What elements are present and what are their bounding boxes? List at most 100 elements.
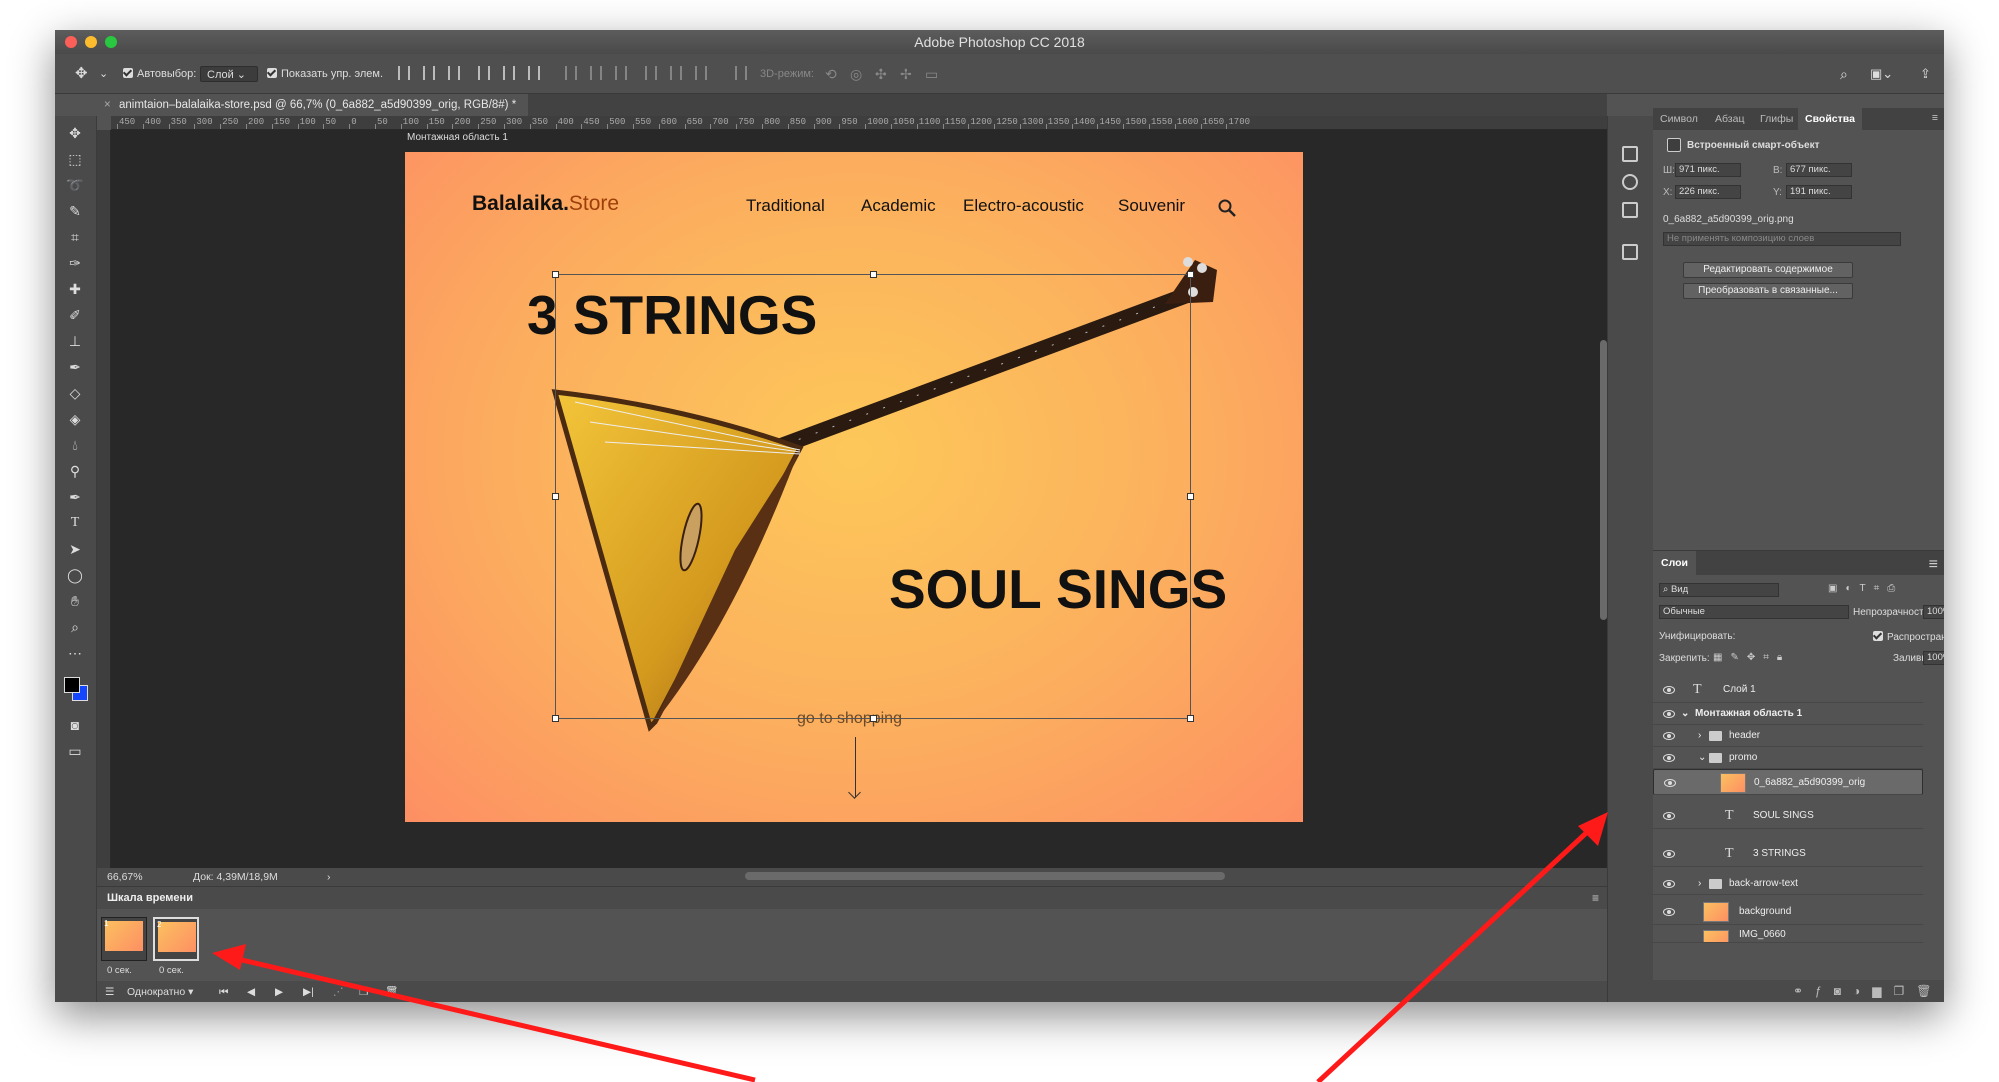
x-field[interactable]: 226 пикс. bbox=[1675, 185, 1741, 199]
transform-handle-bl[interactable] bbox=[552, 715, 559, 722]
collapse-chevron-icon[interactable]: › bbox=[1698, 873, 1701, 895]
visibility-eye-icon[interactable] bbox=[1663, 880, 1675, 888]
duplicate-frame-icon[interactable]: ❐ bbox=[359, 981, 368, 1002]
distribute-top-icon[interactable] bbox=[565, 66, 577, 80]
marquee-tool-icon[interactable]: ⬚ bbox=[65, 150, 85, 168]
tool-preset-chevron-icon[interactable]: ⌄ bbox=[99, 66, 108, 82]
fill-field[interactable]: 100% bbox=[1923, 651, 1944, 665]
opacity-field[interactable]: 100% bbox=[1923, 605, 1944, 619]
loop-select[interactable]: Однократно ▾ bbox=[127, 981, 193, 1002]
layer-row-smart-object[interactable]: 0_6a882_a5d90399_orig bbox=[1653, 769, 1923, 795]
layer-row-artboard[interactable]: ⌄ Монтажная область 1 bbox=[1653, 703, 1923, 725]
move-tool-icon[interactable]: ✥ bbox=[75, 66, 88, 82]
distribute-bottom-icon[interactable] bbox=[615, 66, 627, 80]
close-tab-icon[interactable]: × bbox=[104, 94, 111, 116]
path-select-tool-icon[interactable]: ➤ bbox=[65, 540, 85, 558]
frame-1-duration[interactable]: 0 сек. bbox=[107, 965, 132, 976]
timeline-frame-1[interactable]: 1 bbox=[101, 917, 147, 961]
align-right-icon[interactable] bbox=[528, 66, 540, 80]
eyedropper-tool-icon[interactable]: ✑ bbox=[65, 254, 85, 272]
transform-handle-br[interactable] bbox=[1187, 715, 1194, 722]
visibility-eye-icon[interactable] bbox=[1664, 779, 1676, 787]
tab-properties[interactable]: Свойства bbox=[1798, 108, 1862, 130]
visibility-eye-icon[interactable] bbox=[1663, 812, 1675, 820]
brush-tool-icon[interactable]: ✐ bbox=[65, 306, 85, 324]
visibility-eye-icon[interactable] bbox=[1663, 686, 1675, 694]
layer-row-background[interactable]: background bbox=[1653, 899, 1923, 925]
paint-bucket-tool-icon[interactable]: ◈ bbox=[65, 410, 85, 428]
distribute-right-icon[interactable] bbox=[695, 66, 707, 80]
transform-handle-tr[interactable] bbox=[1187, 271, 1194, 278]
layer-row-header[interactable]: › header bbox=[1653, 725, 1923, 747]
search-icon[interactable]: ⌕ bbox=[1840, 66, 1848, 82]
minimize-window-button[interactable] bbox=[85, 36, 97, 48]
zoom-window-button[interactable] bbox=[105, 36, 117, 48]
lasso-tool-icon[interactable]: ➰ bbox=[65, 176, 85, 194]
visibility-eye-icon[interactable] bbox=[1663, 710, 1675, 718]
drag-3d-icon[interactable]: ✣ bbox=[875, 66, 887, 82]
timeline-menu-icon[interactable]: ≡ bbox=[1592, 891, 1599, 905]
artboard[interactable]: Balalaika.Store Traditional Academic Ele… bbox=[405, 152, 1303, 822]
layer-comp-select[interactable]: Не применять композицию слоев bbox=[1663, 232, 1901, 246]
auto-align-icon[interactable] bbox=[735, 66, 747, 80]
artboard-label[interactable]: Монтажная область 1 bbox=[407, 132, 508, 143]
status-chevron-icon[interactable]: › bbox=[327, 868, 331, 886]
tween-icon[interactable]: ⋰ bbox=[333, 981, 344, 1002]
blend-mode-select[interactable]: Обычные bbox=[1659, 605, 1849, 619]
healing-brush-tool-icon[interactable]: ✚ bbox=[65, 280, 85, 298]
type-tool-icon[interactable]: T bbox=[65, 514, 85, 532]
crop-tool-icon[interactable]: ⌗ bbox=[65, 228, 85, 246]
distribute-hcenter-icon[interactable] bbox=[670, 66, 682, 80]
timeline-frame-2[interactable]: 2 bbox=[153, 917, 199, 961]
dodge-tool-icon[interactable]: ⚲ bbox=[65, 462, 85, 480]
quick-mask-icon[interactable]: ◙ bbox=[65, 716, 85, 734]
transform-handle-t[interactable] bbox=[870, 271, 877, 278]
edit-contents-button[interactable]: Редактировать содержимое bbox=[1683, 262, 1853, 278]
expand-chevron-icon[interactable]: ⌄ bbox=[1681, 703, 1689, 725]
eraser-tool-icon[interactable]: ◇ bbox=[65, 384, 85, 402]
visibility-eye-icon[interactable] bbox=[1663, 732, 1675, 740]
canvas-horizontal-scrollbar[interactable] bbox=[745, 872, 1225, 880]
width-field[interactable]: 971 пикс. bbox=[1675, 163, 1741, 177]
screen-mode-icon[interactable]: ▭ bbox=[65, 742, 85, 760]
next-frame-icon[interactable]: ▶| bbox=[303, 981, 314, 1002]
tab-paragraph[interactable]: Абзац bbox=[1708, 108, 1751, 130]
first-frame-icon[interactable]: ⏮ bbox=[219, 981, 228, 1002]
orbit-3d-icon[interactable]: ⟲ bbox=[825, 66, 837, 82]
close-window-button[interactable] bbox=[65, 36, 77, 48]
align-hcenter-icon[interactable] bbox=[503, 66, 515, 80]
transform-handle-tl[interactable] bbox=[552, 271, 559, 278]
workspace-icon[interactable]: ▣⌄ bbox=[1870, 66, 1893, 82]
zoom-tool-icon[interactable]: ⌕ bbox=[65, 618, 85, 636]
align-bottom-icon[interactable] bbox=[448, 66, 460, 80]
more-tools-icon[interactable]: ⋯ bbox=[65, 644, 85, 662]
transform-handle-l[interactable] bbox=[552, 493, 559, 500]
y-field[interactable]: 191 пикс. bbox=[1786, 185, 1852, 199]
pen-tool-icon[interactable]: ✒ bbox=[65, 488, 85, 506]
foreground-color-swatch[interactable] bbox=[64, 677, 80, 693]
lock-icons[interactable]: ▦✎✥⌗🔒︎ bbox=[1713, 652, 1790, 663]
play-icon[interactable]: ▶ bbox=[275, 981, 283, 1002]
move-tool-icon[interactable]: ✥ bbox=[65, 124, 85, 142]
autoselect-select[interactable]: Слой ⌄ bbox=[200, 66, 258, 82]
properties-panel-icon[interactable] bbox=[1622, 244, 1638, 260]
convert-to-linked-button[interactable]: Преобразовать в связанные... bbox=[1683, 283, 1853, 299]
distribute-vcenter-icon[interactable] bbox=[590, 66, 602, 80]
align-left-icon[interactable] bbox=[478, 66, 490, 80]
layer-row-img0660[interactable]: IMG_0660 bbox=[1653, 927, 1923, 943]
color-swatches[interactable] bbox=[60, 671, 90, 705]
canvas-vertical-scrollbar[interactable] bbox=[1600, 340, 1607, 620]
layer-comps-icon[interactable] bbox=[1622, 174, 1638, 190]
ellipse-tool-icon[interactable]: ◯ bbox=[65, 566, 85, 584]
height-field[interactable]: 677 пикс. bbox=[1786, 163, 1852, 177]
layer-row-3-strings[interactable]: T3 STRINGS bbox=[1653, 841, 1923, 867]
prev-frame-icon[interactable]: ◀ bbox=[247, 981, 255, 1002]
expand-chevron-icon[interactable]: ⌄ bbox=[1698, 747, 1706, 769]
layer-row-soul-sings[interactable]: T SOUL SINGS bbox=[1653, 803, 1923, 829]
layer-actions-icons[interactable]: ⚭ƒ◙◑▆❐🗑︎ bbox=[1793, 984, 1943, 998]
visibility-eye-icon[interactable] bbox=[1663, 850, 1675, 858]
layer-row-back-arrow-text[interactable]: › back-arrow-text bbox=[1653, 873, 1923, 895]
slide-3d-icon[interactable]: ✢ bbox=[900, 66, 912, 82]
distribute-left-icon[interactable] bbox=[645, 66, 657, 80]
document-tab[interactable]: × animtaion–balalaika-store.psd @ 66,7% … bbox=[97, 94, 529, 116]
